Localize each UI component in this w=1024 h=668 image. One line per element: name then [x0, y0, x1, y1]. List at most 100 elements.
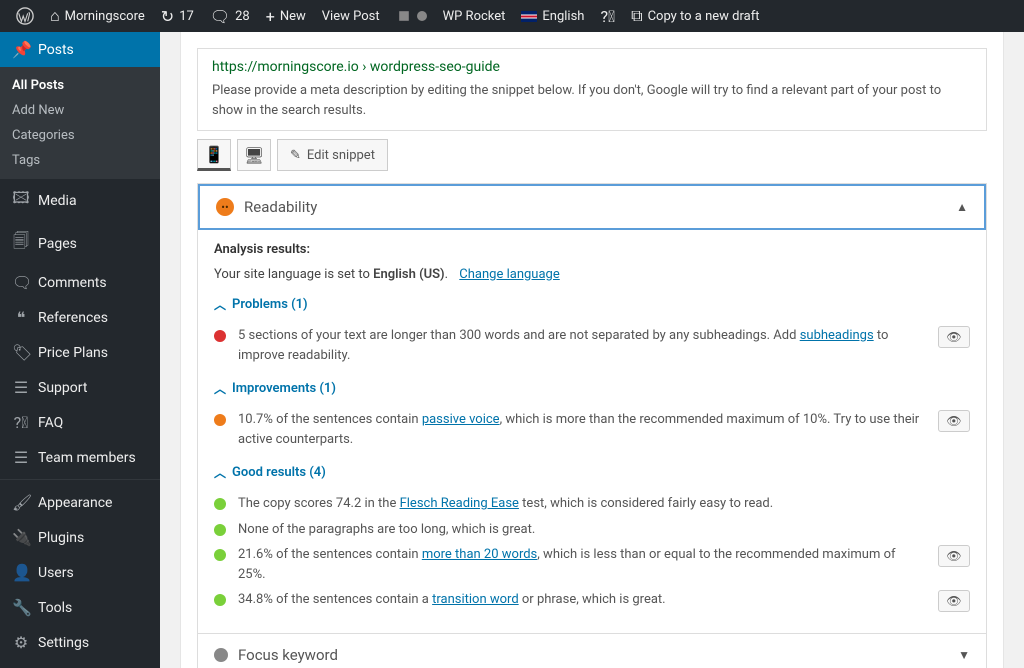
flag-icon: [521, 11, 537, 22]
ok-face-icon: ••: [216, 198, 234, 216]
site-link[interactable]: ⌂Morningscore: [42, 0, 153, 32]
snippet-preview: https://morningscore.io › wordpress-seo-…: [197, 48, 987, 131]
mobile-preview-button[interactable]: 📱: [197, 139, 231, 171]
view-label: View Post: [322, 9, 380, 24]
g1b: test, which is considered fairly easy to…: [519, 496, 773, 511]
lang-period: .: [445, 267, 448, 282]
menu-users[interactable]: 👤Users: [0, 555, 160, 590]
menu-faq[interactable]: ?⃝FAQ: [0, 405, 160, 440]
transition-word-link[interactable]: transition word: [432, 592, 519, 607]
comments-link[interactable]: 🗨28: [202, 0, 258, 32]
menu-appearance[interactable]: 🖌 Appearance: [0, 485, 160, 520]
comment-icon: 🗨: [210, 7, 230, 26]
plus-icon: +: [266, 7, 275, 26]
revisions-link[interactable]: ↻ 17: [153, 0, 202, 32]
menu-pages-label: Pages: [38, 236, 77, 252]
g2: None of the paragraphs are too long, whi…: [238, 520, 970, 540]
highlight-button[interactable]: 👁: [938, 326, 970, 348]
good-results-header[interactable]: ︿Good results (4): [214, 464, 970, 481]
chevron-up-icon: ︿: [214, 380, 226, 397]
menu-media-label: Media: [38, 193, 77, 209]
g4a: 34.8% of the sentences contain a: [238, 592, 432, 607]
menu-references[interactable]: ❝ References: [0, 300, 160, 335]
wp-logo[interactable]: [8, 0, 42, 32]
eye-icon: 👁: [946, 547, 961, 565]
submenu-add-new[interactable]: Add New: [0, 98, 160, 123]
language-info: Your site language is set to English (US…: [214, 267, 970, 282]
analysis-results-label: Analysis results:: [214, 242, 970, 257]
price-icon: 🏷: [12, 343, 30, 362]
desktop-preview-button[interactable]: 🖥: [237, 139, 271, 171]
menu-users-label: Users: [38, 565, 74, 581]
new-content[interactable]: + New: [258, 0, 314, 32]
menu-appearance-label: Appearance: [38, 495, 112, 511]
submenu-all-posts[interactable]: All Posts: [0, 73, 160, 98]
readability-title: Readability: [244, 198, 946, 216]
new-label: New: [280, 9, 306, 24]
help-toolbar[interactable]: ?⃝: [592, 0, 623, 32]
subheadings-link[interactable]: subheadings: [800, 328, 874, 343]
improvement-item: 10.7% of the sentences contain passive v…: [214, 407, 970, 452]
good-item: 34.8% of the sentences contain a transit…: [214, 587, 970, 615]
passive-voice-link[interactable]: passive voice: [422, 412, 500, 427]
sliders-icon: ⚙: [12, 633, 30, 652]
focus-keyword-toggle[interactable]: Focus keyword ▼: [198, 634, 986, 668]
problem-text-a: 5 sections of your text are longer than …: [238, 328, 800, 343]
problems-header[interactable]: ︿Problems (1): [214, 296, 970, 313]
media-icon: 🖾: [12, 187, 30, 214]
admin-toolbar: ⌂Morningscore ↻ 17 🗨28 + New View Post WP …: [0, 0, 1024, 32]
language-switch[interactable]: English: [513, 0, 592, 32]
seo-score-icon: [417, 11, 427, 21]
revisions-count: 17: [179, 9, 194, 24]
change-language-link[interactable]: Change language: [459, 267, 559, 282]
menu-priceplans[interactable]: 🏷Price Plans: [0, 335, 160, 370]
impr-text-a: 10.7% of the sentences contain: [238, 412, 422, 427]
view-post[interactable]: View Post: [314, 0, 388, 32]
menu-posts[interactable]: 📌Posts: [0, 32, 160, 67]
menu-references-label: References: [38, 310, 108, 326]
comments-icon: 🗨: [12, 273, 30, 292]
green-bullet-icon: [214, 549, 226, 561]
page-icon: 🗐: [12, 230, 30, 257]
good-item: 21.6% of the sentences contain more than…: [214, 542, 970, 587]
menu-support[interactable]: ☰Support: [0, 370, 160, 405]
menu-custom-fields[interactable]: ▦Custom Fields: [0, 660, 160, 668]
improvements-label: Improvements (1): [232, 381, 336, 396]
yoast-toolbar[interactable]: [388, 0, 435, 32]
readability-toggle[interactable]: •• Readability ▲: [198, 184, 986, 230]
wrench-icon: 🔧: [12, 598, 30, 617]
brush-icon: 🖌: [12, 493, 30, 512]
highlight-button[interactable]: 👁: [938, 410, 970, 432]
focus-keyword-title: Focus keyword: [238, 646, 948, 664]
wordpress-icon: [16, 7, 34, 25]
good-label: Good results (4): [232, 465, 326, 480]
wp-rocket[interactable]: WP Rocket: [435, 0, 514, 32]
good-item: None of the paragraphs are too long, whi…: [214, 517, 970, 543]
sentence-length-link[interactable]: more than 20 words: [422, 547, 537, 562]
flesch-link[interactable]: Flesch Reading Ease: [400, 496, 519, 511]
menu-team[interactable]: ☰Team members: [0, 440, 160, 475]
menu-comments[interactable]: 🗨Comments: [0, 265, 160, 300]
chevron-down-icon: ▼: [958, 648, 970, 662]
menu-team-label: Team members: [38, 450, 136, 466]
refresh-icon: ↻: [161, 7, 174, 26]
copy-draft[interactable]: ⧉Copy to a new draft: [623, 0, 767, 32]
improvements-header[interactable]: ︿ Improvements (1): [214, 380, 970, 397]
menu-plugins-label: Plugins: [38, 530, 84, 546]
submenu-categories[interactable]: Categories: [0, 123, 160, 148]
g3a: 21.6% of the sentences contain: [238, 547, 422, 562]
menu-settings[interactable]: ⚙Settings: [0, 625, 160, 660]
submenu-tags[interactable]: Tags: [0, 148, 160, 173]
menu-plugins[interactable]: 🔌Plugins: [0, 520, 160, 555]
menu-media[interactable]: 🖾 Media: [0, 179, 160, 222]
highlight-button[interactable]: 👁: [938, 545, 970, 567]
support-icon: ☰: [12, 378, 30, 397]
copy-label: Copy to a new draft: [648, 9, 760, 24]
lang-prefix: Your site language is set to: [214, 267, 373, 282]
menu-tools[interactable]: 🔧Tools: [0, 590, 160, 625]
edit-snippet-button[interactable]: ✎Edit snippet: [277, 139, 388, 171]
menu-pages[interactable]: 🗐 Pages: [0, 222, 160, 265]
highlight-button[interactable]: 👁: [938, 590, 970, 612]
quote-icon: ❝: [12, 308, 30, 327]
orange-bullet-icon: [214, 414, 226, 426]
